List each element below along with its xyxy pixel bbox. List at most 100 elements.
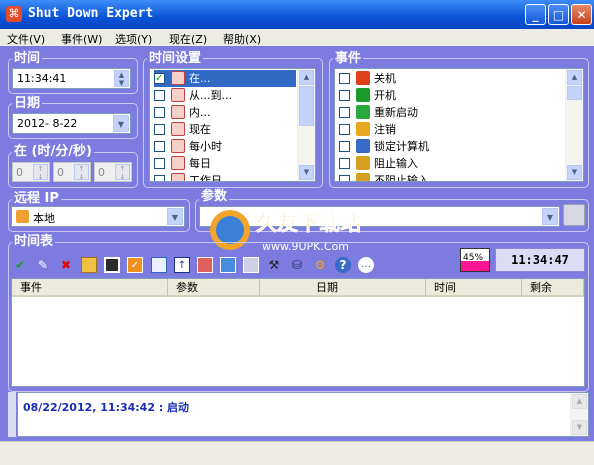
minute-field[interactable]: 0 ↑ ↓ (53, 162, 91, 182)
column-header-date[interactable]: 日期 (260, 279, 426, 297)
logoff-icon (356, 122, 370, 136)
second-field[interactable]: 0 ↑ ↓ (94, 162, 132, 182)
time-input[interactable]: 11:34:41 ▲ ▼ (12, 68, 131, 89)
checkbox[interactable] (154, 175, 165, 181)
column-header-time-label: 时间 (434, 281, 456, 294)
params-label: 参数 (199, 189, 230, 204)
remote-ip-label: 远程 IP (12, 191, 61, 206)
scroll-up-icon[interactable]: ▲ (567, 70, 582, 85)
maximize-button[interactable]: □ (548, 4, 569, 25)
menu-options[interactable]: 选项(Y) (115, 31, 152, 47)
scroll-up-icon[interactable]: ▲ (299, 70, 314, 85)
delete-icon[interactable]: ✖ (58, 257, 74, 273)
hour-field[interactable]: 0 ↑ ↓ (12, 162, 50, 182)
time-settings-item-at[interactable]: 在... (154, 70, 296, 87)
checkbox[interactable] (154, 124, 165, 135)
checkbox[interactable] (339, 90, 350, 101)
tools-icon[interactable]: ⚒ (266, 257, 282, 273)
task-icon[interactable]: ✓ (127, 257, 143, 273)
checkbox[interactable] (339, 141, 350, 152)
remote-ip-value: 本地 (33, 212, 55, 225)
events-label: 事件 (333, 51, 364, 66)
clock-icon (171, 173, 185, 181)
chevron-down-icon[interactable]: ▼ (542, 208, 558, 225)
events-list: 关机 开机 重新启动 注销 锁定计算机 阻止输入 不阻止输入 ▲ ▼ (334, 68, 584, 182)
close-button[interactable]: ✕ (571, 4, 592, 25)
menu-file[interactable]: 文件(V) (7, 31, 45, 47)
column-header-date-label: 日期 (316, 281, 338, 294)
date-group-label: 日期 (12, 96, 43, 111)
checkbox[interactable] (339, 73, 350, 84)
edit-icon[interactable]: ✎ (35, 257, 51, 273)
gear-icon[interactable]: ⚙ (312, 257, 328, 273)
time-settings-list: 在... 从...到... 内... 现在 每小时 每日 工作日 ▲ ▼ (149, 68, 316, 182)
column-header-event[interactable]: 事件 (12, 279, 168, 297)
time-group-label: 时间 (12, 51, 43, 66)
column-header-remaining[interactable]: 剩余 (522, 279, 584, 297)
log-scrollbar[interactable]: ▲ ▼ (570, 393, 588, 436)
power-off-icon (356, 71, 370, 85)
settings-icon[interactable] (243, 257, 259, 273)
checkbox[interactable] (339, 158, 350, 169)
second-spinner[interactable]: ↑ ↓ (115, 164, 130, 181)
date-picker[interactable]: 2012- 8-22 ▼ (12, 113, 131, 134)
events-scrollbar[interactable]: ▲ ▼ (565, 69, 583, 181)
network-icon[interactable]: ⛁ (289, 257, 305, 273)
column-header-time[interactable]: 时间 (426, 279, 522, 297)
checkbox[interactable] (154, 90, 165, 101)
chevron-down-icon[interactable]: ▼ (167, 208, 183, 225)
schedule-table: 事件 参数 日期 时间 剩余 (11, 278, 585, 387)
export-icon[interactable]: ↑ (174, 257, 190, 273)
title-bar: ⌘ Shut Down Expert _ □ ✕ (0, 0, 594, 29)
progress-indicator: 45% (460, 248, 490, 272)
clock-display: 11:34:47 (495, 248, 585, 272)
checkbox[interactable] (154, 158, 165, 169)
checkbox[interactable] (154, 70, 165, 87)
scroll-down-icon[interactable]: ▼ (299, 165, 314, 180)
clock-icon (171, 139, 185, 153)
check-icon[interactable]: ✔ (12, 257, 28, 273)
remote-ip-select[interactable]: 本地 ▼ (11, 206, 185, 227)
import-icon[interactable] (151, 257, 167, 273)
date-picker-value: 2012- 8-22 (17, 117, 78, 130)
scroll-down-icon[interactable]: ▼ (567, 165, 582, 180)
checkbox[interactable] (339, 124, 350, 135)
clock-icon (171, 122, 185, 136)
minimize-button[interactable]: _ (525, 4, 546, 25)
watermark-title: 久友下载站 (256, 211, 361, 235)
log-gripper[interactable] (8, 392, 16, 437)
time-settings-scrollbar[interactable]: ▲ ▼ (297, 69, 315, 181)
checkbox[interactable] (154, 141, 165, 152)
scroll-down-icon[interactable]: ▼ (572, 420, 587, 435)
browse-folder-icon[interactable] (563, 204, 585, 226)
chevron-down-icon[interactable]: ▼ (113, 115, 129, 132)
menu-bar: 文件(V) 事件(W) 选项(Y) 现在(Z) 帮助(X) (0, 29, 594, 46)
clock-icon (171, 156, 185, 170)
keyboard-icon[interactable] (220, 257, 236, 273)
checkbox[interactable] (154, 107, 165, 118)
checkbox[interactable] (339, 107, 350, 118)
scroll-up-icon[interactable]: ▲ (572, 394, 587, 409)
clock-icon (171, 105, 185, 119)
checkbox[interactable] (339, 175, 350, 181)
menu-help[interactable]: 帮助(X) (223, 31, 261, 47)
column-header-params[interactable]: 参数 (168, 279, 260, 297)
scroll-thumb[interactable] (299, 86, 314, 126)
app-icon: ⌘ (6, 6, 22, 22)
power-on-icon (356, 88, 370, 102)
lock-computer-icon (356, 139, 370, 153)
help-icon[interactable]: ? (335, 257, 351, 273)
unblock-input-icon (356, 173, 370, 181)
scroll-thumb[interactable] (567, 86, 582, 100)
open-folder-icon[interactable] (81, 257, 97, 273)
chat-icon[interactable]: … (358, 257, 374, 273)
time-spinner[interactable]: ▲ ▼ (114, 70, 129, 87)
menu-event[interactable]: 事件(W) (61, 31, 102, 47)
status-bar (0, 441, 594, 465)
copy-icon[interactable] (197, 257, 213, 273)
menu-now[interactable]: 现在(Z) (169, 31, 207, 47)
clock-icon (171, 88, 185, 102)
hour-spinner[interactable]: ↑ ↓ (33, 164, 48, 181)
minute-spinner[interactable]: ↑ ↓ (74, 164, 89, 181)
save-icon[interactable] (104, 257, 120, 273)
